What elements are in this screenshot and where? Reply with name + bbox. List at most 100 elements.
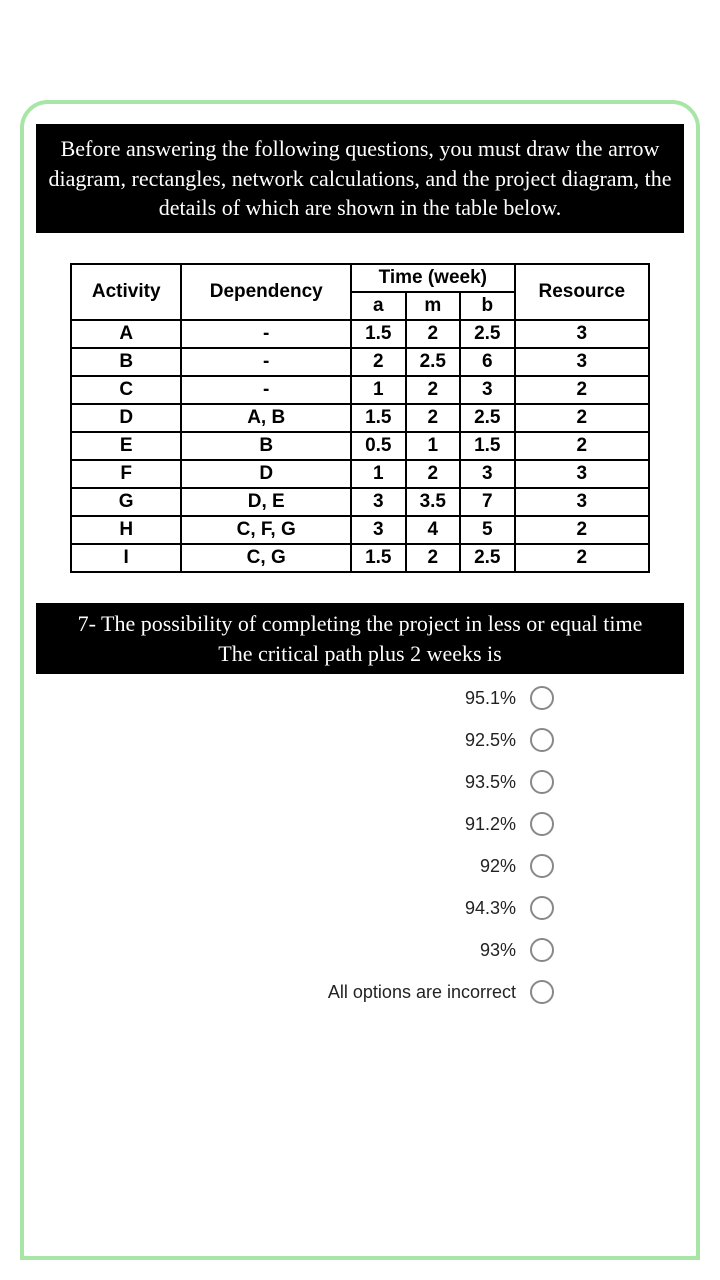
cell-b: 1.5 xyxy=(460,432,515,460)
table-row: C-1232 xyxy=(71,376,649,404)
table-row: B-22.563 xyxy=(71,348,649,376)
cell-activity: A xyxy=(71,320,181,348)
cell-b: 2.5 xyxy=(460,320,515,348)
cell-a: 1 xyxy=(351,376,406,404)
option-row[interactable]: 95.1% xyxy=(36,686,554,710)
cell-dependency: A, B xyxy=(181,404,351,432)
top-spacer xyxy=(0,0,720,60)
cell-dependency: - xyxy=(181,348,351,376)
option-row[interactable]: 91.2% xyxy=(36,812,554,836)
cell-resource: 3 xyxy=(515,488,649,516)
radio-icon[interactable] xyxy=(530,980,554,1004)
cell-m: 4 xyxy=(406,516,461,544)
radio-icon[interactable] xyxy=(530,812,554,836)
option-label: 95.1% xyxy=(465,688,516,709)
cell-dependency: C, G xyxy=(181,544,351,572)
cell-activity: C xyxy=(71,376,181,404)
col-resource: Resource xyxy=(515,264,649,320)
cell-b: 2.5 xyxy=(460,544,515,572)
radio-icon[interactable] xyxy=(530,938,554,962)
options-list: 95.1% 92.5% 93.5% 91.2% 92% 94.3% 93% All optio… xyxy=(36,686,684,1004)
cell-a: 3 xyxy=(351,488,406,516)
cell-b: 7 xyxy=(460,488,515,516)
option-label: All options are incorrect xyxy=(328,982,516,1003)
option-label: 93% xyxy=(480,940,516,961)
radio-icon[interactable] xyxy=(530,728,554,752)
radio-icon[interactable] xyxy=(530,770,554,794)
col-time-group: Time (week) xyxy=(351,264,515,292)
cell-activity: D xyxy=(71,404,181,432)
option-row[interactable]: 93.5% xyxy=(36,770,554,794)
question-card: Before answering the following questions… xyxy=(20,100,700,1260)
col-m: m xyxy=(406,292,461,320)
cell-a: 3 xyxy=(351,516,406,544)
cell-m: 2 xyxy=(406,460,461,488)
cell-dependency: - xyxy=(181,376,351,404)
cell-b: 3 xyxy=(460,460,515,488)
activity-table: Activity Dependency Time (week) Resource… xyxy=(70,263,650,573)
cell-b: 6 xyxy=(460,348,515,376)
activity-table-wrap: Activity Dependency Time (week) Resource… xyxy=(70,263,650,573)
cell-activity: F xyxy=(71,460,181,488)
cell-dependency: - xyxy=(181,320,351,348)
option-row[interactable]: 92.5% xyxy=(36,728,554,752)
cell-activity: H xyxy=(71,516,181,544)
col-activity: Activity xyxy=(71,264,181,320)
option-row[interactable]: 93% xyxy=(36,938,554,962)
instruction-text: Before answering the following questions… xyxy=(48,136,671,220)
option-row[interactable]: All options are incorrect xyxy=(36,980,554,1004)
cell-m: 2 xyxy=(406,404,461,432)
radio-icon[interactable] xyxy=(530,854,554,878)
cell-resource: 2 xyxy=(515,376,649,404)
table-row: DA, B1.522.52 xyxy=(71,404,649,432)
table-row: GD, E33.573 xyxy=(71,488,649,516)
cell-resource: 2 xyxy=(515,432,649,460)
page: Before answering the following questions… xyxy=(0,0,720,1280)
cell-a: 1.5 xyxy=(351,544,406,572)
col-dependency: Dependency xyxy=(181,264,351,320)
cell-dependency: B xyxy=(181,432,351,460)
cell-a: 1 xyxy=(351,460,406,488)
cell-m: 2 xyxy=(406,544,461,572)
cell-resource: 3 xyxy=(515,460,649,488)
cell-resource: 2 xyxy=(515,404,649,432)
question-line1: 7- The possibility of completing the pro… xyxy=(46,609,674,639)
option-row[interactable]: 94.3% xyxy=(36,896,554,920)
cell-activity: B xyxy=(71,348,181,376)
cell-m: 2 xyxy=(406,376,461,404)
cell-m: 2.5 xyxy=(406,348,461,376)
cell-a: 2 xyxy=(351,348,406,376)
option-label: 93.5% xyxy=(465,772,516,793)
cell-resource: 3 xyxy=(515,348,649,376)
cell-b: 5 xyxy=(460,516,515,544)
question-line2: The critical path plus 2 weeks is xyxy=(46,639,674,669)
cell-m: 1 xyxy=(406,432,461,460)
cell-m: 3.5 xyxy=(406,488,461,516)
instruction-banner: Before answering the following questions… xyxy=(36,124,684,233)
cell-a: 0.5 xyxy=(351,432,406,460)
radio-icon[interactable] xyxy=(530,686,554,710)
cell-resource: 2 xyxy=(515,516,649,544)
cell-activity: G xyxy=(71,488,181,516)
cell-resource: 3 xyxy=(515,320,649,348)
cell-a: 1.5 xyxy=(351,404,406,432)
cell-activity: I xyxy=(71,544,181,572)
table-row: FD1233 xyxy=(71,460,649,488)
option-label: 92.5% xyxy=(465,730,516,751)
table-row: A-1.522.53 xyxy=(71,320,649,348)
col-b: b xyxy=(460,292,515,320)
cell-a: 1.5 xyxy=(351,320,406,348)
option-label: 91.2% xyxy=(465,814,516,835)
table-row: HC, F, G3452 xyxy=(71,516,649,544)
cell-b: 2.5 xyxy=(460,404,515,432)
option-row[interactable]: 92% xyxy=(36,854,554,878)
option-label: 92% xyxy=(480,856,516,877)
option-label: 94.3% xyxy=(465,898,516,919)
cell-dependency: C, F, G xyxy=(181,516,351,544)
cell-b: 3 xyxy=(460,376,515,404)
cell-dependency: D xyxy=(181,460,351,488)
question-banner: 7- The possibility of completing the pro… xyxy=(36,603,684,674)
col-a: a xyxy=(351,292,406,320)
cell-dependency: D, E xyxy=(181,488,351,516)
radio-icon[interactable] xyxy=(530,896,554,920)
